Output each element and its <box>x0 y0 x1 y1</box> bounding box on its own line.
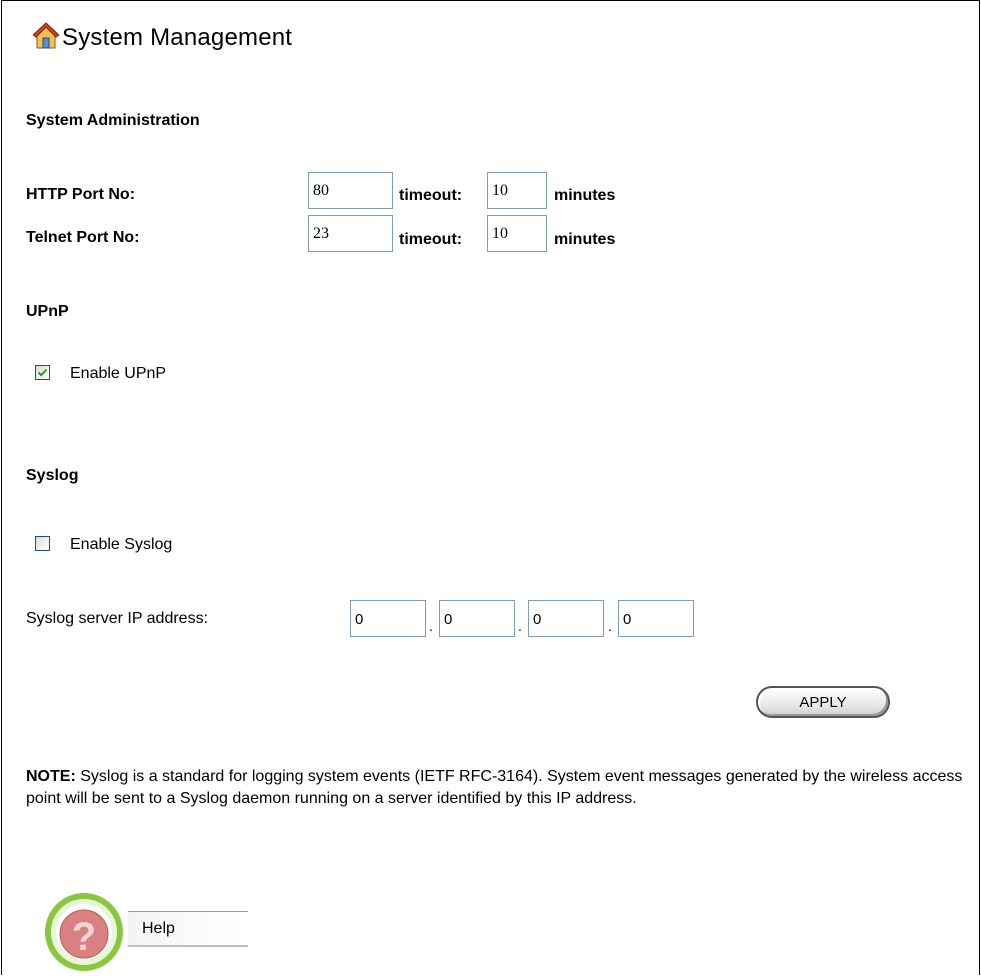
section-heading-administration: System Administration <box>26 112 200 129</box>
svg-text:?: ? <box>72 915 96 959</box>
telnet-timeout-unit: minutes <box>554 231 616 248</box>
http-timeout-label: timeout: <box>399 187 463 204</box>
syslog-ip-octet-2[interactable] <box>439 600 515 637</box>
note-text: Syslog is a standard for logging system … <box>26 768 963 807</box>
telnet-timeout-input[interactable] <box>487 215 547 252</box>
enable-syslog-checkbox[interactable] <box>35 536 50 551</box>
telnet-port-input[interactable] <box>308 215 393 252</box>
telnet-port-label: Telnet Port No: <box>26 229 140 246</box>
page-title: System Management <box>62 24 293 51</box>
check-mark-icon <box>37 368 48 377</box>
page-frame <box>1 0 980 975</box>
syslog-ip-octet-1[interactable] <box>350 600 426 637</box>
enable-syslog-label[interactable]: Enable Syslog <box>70 536 172 554</box>
syslog-ip-octet-3[interactable] <box>528 600 604 637</box>
ip-dot-separator: . <box>429 618 433 634</box>
telnet-timeout-label: timeout: <box>399 231 463 248</box>
note-prefix: NOTE: <box>26 768 76 785</box>
help-link[interactable]: Help <box>128 911 248 947</box>
syslog-ip-label: Syslog server IP address: <box>26 610 209 627</box>
http-port-label: HTTP Port No: <box>26 186 136 203</box>
help-question-icon[interactable]: ? <box>44 892 130 974</box>
http-timeout-input[interactable] <box>487 172 547 209</box>
http-timeout-unit: minutes <box>554 187 616 204</box>
ip-dot-separator: . <box>608 618 612 634</box>
http-port-input[interactable] <box>308 172 393 209</box>
ip-dot-separator: . <box>518 618 522 634</box>
section-heading-syslog: Syslog <box>26 467 79 484</box>
section-heading-upnp: UPnP <box>26 303 69 320</box>
enable-upnp-label[interactable]: Enable UPnP <box>70 365 166 383</box>
home-icon <box>33 22 59 49</box>
syslog-ip-octet-4[interactable] <box>618 600 694 637</box>
syslog-note: NOTE: Syslog is a standard for logging s… <box>26 766 981 810</box>
enable-upnp-checkbox[interactable] <box>35 365 50 380</box>
apply-button[interactable]: APPLY <box>756 686 890 718</box>
